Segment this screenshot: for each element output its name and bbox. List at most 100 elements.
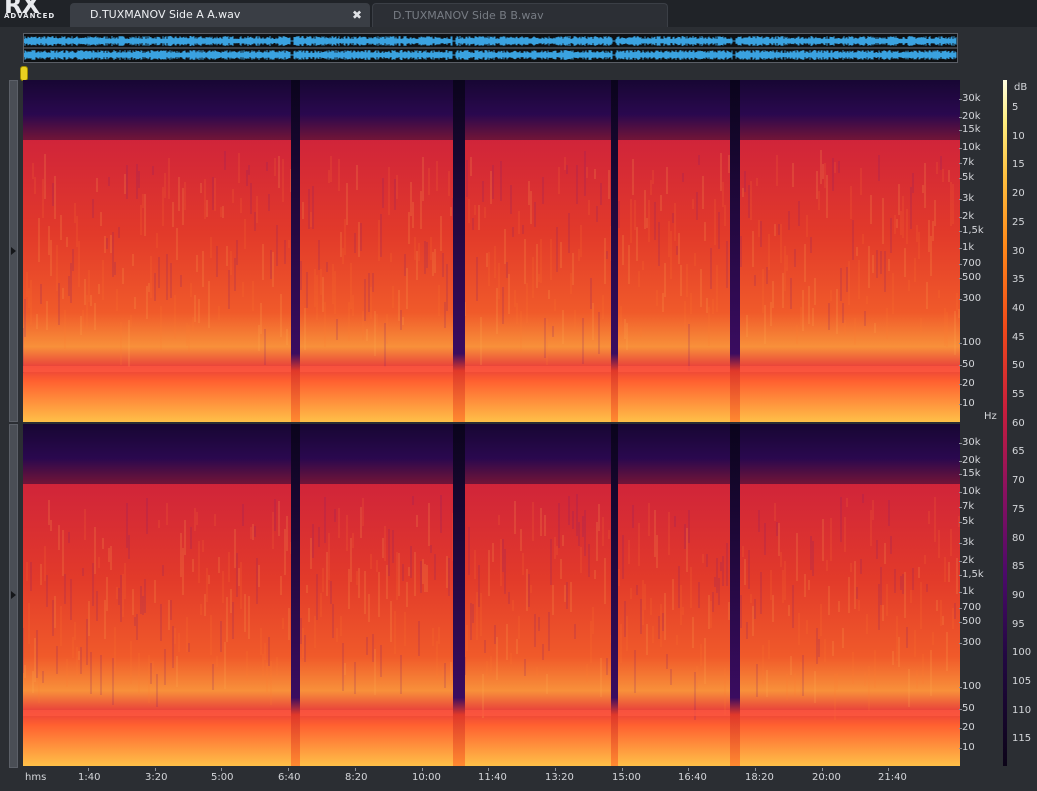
time-tick: 3:20: [145, 772, 168, 783]
tab-side-b[interactable]: D.TUXMANOV Side B B.wav: [372, 3, 668, 27]
db-tick: 55: [1012, 389, 1025, 400]
time-tick: 6:40: [278, 772, 301, 783]
frequency-tick: 5k: [958, 516, 975, 527]
frequency-tick: 15k: [959, 468, 981, 479]
db-tick: 115: [1012, 733, 1032, 744]
frequency-tick: 1k: [958, 586, 975, 597]
db-unit-label: dB: [1014, 82, 1028, 93]
time-tick: 8:20: [345, 772, 368, 783]
frequency-tick: 30k: [959, 437, 981, 448]
frequency-tick: 10: [959, 398, 975, 409]
frequency-tick: 10k: [959, 142, 981, 153]
time-axis[interactable]: hms 1:40 3:20 5:00 6:40 8:20 10:00 11:40 13:20 1…: [23, 768, 960, 791]
frequency-tick: 10: [959, 742, 975, 753]
frequency-tick: 1,5k: [959, 569, 984, 580]
time-tick-mark: [888, 768, 889, 771]
waveform-overview-graphic: [24, 36, 957, 60]
logo-subtext: ADVANCED: [4, 12, 56, 20]
db-tick: 105: [1012, 676, 1032, 687]
db-tick: 15: [1012, 159, 1025, 170]
frequency-tick: 50: [959, 359, 975, 370]
frequency-tick: 2k: [958, 555, 975, 566]
time-tick-mark: [555, 768, 556, 771]
spectrogram-channel-right[interactable]: [23, 424, 960, 766]
time-tick-mark: [688, 768, 689, 771]
time-tick-mark: [488, 768, 489, 771]
spectrogram-channel-left[interactable]: [23, 80, 960, 422]
db-tick: 80: [1012, 533, 1025, 544]
time-tick: 21:40: [878, 772, 907, 783]
playhead-ruler[interactable]: [0, 64, 1037, 81]
db-tick: 20: [1012, 188, 1025, 199]
frequency-tick: 3k: [958, 193, 975, 204]
frequency-tick: 7k: [958, 501, 975, 512]
time-tick-mark: [155, 768, 156, 771]
time-tick-mark: [422, 768, 423, 771]
time-tick: 11:40: [478, 772, 507, 783]
frequency-tick: 20: [959, 722, 975, 733]
db-tick: 50: [1012, 360, 1025, 371]
waveform-overview[interactable]: [23, 33, 958, 63]
time-tick: 20:00: [812, 772, 841, 783]
db-tick: 5: [1012, 102, 1019, 113]
frequency-tick: 100: [958, 681, 982, 692]
triangle-right-icon: [11, 591, 16, 599]
db-tick: 10: [1012, 131, 1025, 142]
playhead-marker-icon[interactable]: [20, 66, 28, 81]
db-tick: 85: [1012, 561, 1025, 572]
db-tick: 90: [1012, 590, 1025, 601]
triangle-right-icon: [11, 247, 16, 255]
time-tick: 1:40: [78, 772, 101, 783]
frequency-tick: 20k: [959, 111, 981, 122]
db-tick: 75: [1012, 504, 1025, 515]
time-tick-mark: [88, 768, 89, 771]
time-tick-mark: [288, 768, 289, 771]
frequency-tick: 10k: [959, 486, 981, 497]
frequency-tick: 15k: [959, 124, 981, 135]
frequency-tick: 1,5k: [959, 225, 984, 236]
tab-side-a[interactable]: D.TUXMANOV Side A A.wav ✖: [70, 3, 370, 27]
frequency-tick: 700: [958, 258, 982, 269]
channel-strip-left[interactable]: [9, 80, 18, 422]
db-tick: 60: [1012, 418, 1025, 429]
channel-strip-right[interactable]: [9, 424, 18, 768]
db-tick: 110: [1012, 705, 1032, 716]
time-unit-label: hms: [25, 772, 47, 783]
db-tick: 100: [1012, 647, 1032, 658]
db-tick: 65: [1012, 446, 1025, 457]
db-tick: 70: [1012, 475, 1025, 486]
time-tick-mark: [755, 768, 756, 771]
db-tick: 95: [1012, 619, 1025, 630]
time-tick: 5:00: [211, 772, 234, 783]
frequency-axis-left: 30k 20k 15k 10k 7k 5k 3k 2k 1,5k 1k 700 500 300 100 50…: [958, 80, 994, 422]
db-color-scale: [1003, 80, 1007, 766]
tab-label: D.TUXMANOV Side B B.wav: [393, 9, 544, 22]
frequency-tick: 5k: [958, 172, 975, 183]
close-icon[interactable]: ✖: [352, 3, 362, 27]
frequency-unit-label: Hz: [984, 411, 997, 422]
frequency-axis-right: 30k 20k 15k 10k 7k 5k 3k 2k 1,5k 1k 700 500 300 100 50…: [958, 424, 994, 766]
time-tick: 13:20: [545, 772, 574, 783]
frequency-tick: 500: [958, 616, 982, 627]
time-tick-mark: [622, 768, 623, 771]
spectrogram-graphic: [23, 424, 960, 766]
db-tick: 30: [1012, 246, 1025, 257]
frequency-tick: 1k: [958, 242, 975, 253]
frequency-tick: 7k: [958, 157, 975, 168]
frequency-tick: 700: [958, 602, 982, 613]
frequency-tick: 3k: [958, 537, 975, 548]
frequency-tick: 2k: [958, 211, 975, 222]
tab-bar: RX ADVANCED D.TUXMANOV Side A A.wav ✖ D.…: [0, 0, 1037, 27]
db-tick: 40: [1012, 303, 1025, 314]
frequency-tick: 300: [958, 293, 982, 304]
db-tick: 35: [1012, 274, 1025, 285]
time-tick: 10:00: [412, 772, 441, 783]
tab-label: D.TUXMANOV Side A A.wav: [90, 8, 241, 21]
spectrogram-graphic: [23, 80, 960, 422]
time-tick: 16:40: [678, 772, 707, 783]
time-tick-mark: [355, 768, 356, 771]
time-tick: 15:00: [612, 772, 641, 783]
time-tick: 18:20: [745, 772, 774, 783]
frequency-tick: 500: [958, 272, 982, 283]
frequency-tick: 100: [958, 337, 982, 348]
